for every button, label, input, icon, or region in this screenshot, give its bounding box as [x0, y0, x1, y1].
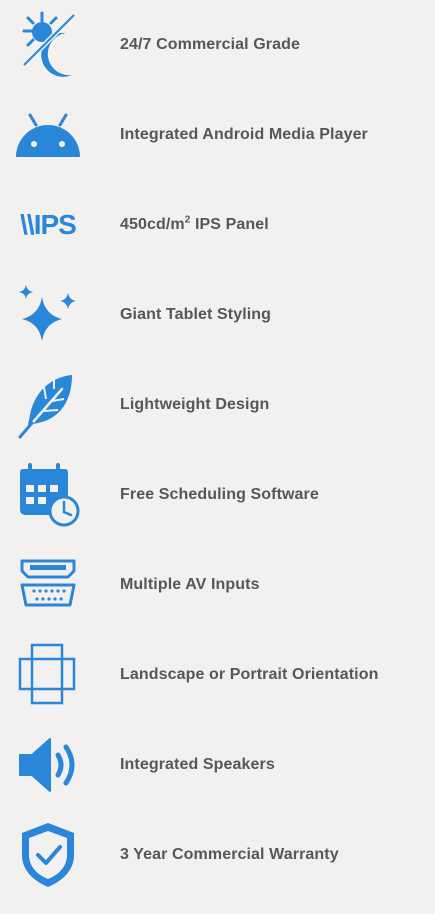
feature-item-android: Integrated Android Media Player [0, 90, 435, 180]
speaker-icon [10, 727, 86, 803]
feature-label: Multiple AV Inputs [120, 576, 260, 593]
ips-icon: \\IPS [10, 187, 86, 263]
feature-item-24-7: 24/7 Commercial Grade [0, 0, 435, 90]
feature-item-warranty: 3 Year Commercial Warranty [0, 810, 435, 900]
feature-label: 3 Year Commercial Warranty [120, 846, 339, 863]
feature-label: Integrated Android Media Player [120, 126, 368, 143]
feature-label: Landscape or Portrait Orientation [120, 666, 379, 683]
feature-label: Free Scheduling Software [120, 486, 319, 503]
feather-icon [10, 367, 86, 443]
feature-label: Lightweight Design [120, 396, 270, 413]
feature-list: 24/7 Commercial Grade Integrated Android… [0, 0, 435, 914]
sun-moon-icon [10, 7, 86, 83]
sparkles-icon [10, 277, 86, 353]
feature-label: 450cd/m2 IPS Panel [120, 214, 269, 233]
feature-item-ips: \\IPS 450cd/m2 IPS Panel [0, 180, 435, 270]
feature-item-orientation: Landscape or Portrait Orientation [0, 630, 435, 720]
feature-item-av-inputs: Multiple AV Inputs [0, 540, 435, 630]
android-icon [10, 97, 86, 173]
feature-item-lightweight: Lightweight Design [0, 360, 435, 450]
feature-label: 24/7 Commercial Grade [120, 36, 300, 53]
feature-item-speakers: Integrated Speakers [0, 720, 435, 810]
feature-label: Integrated Speakers [120, 756, 275, 773]
feature-item-tablet-styling: Giant Tablet Styling [0, 270, 435, 360]
rotate-frames-icon [10, 637, 86, 713]
shield-check-icon [10, 817, 86, 893]
calendar-clock-icon [10, 457, 86, 533]
hdmi-vga-icon [10, 547, 86, 623]
feature-item-scheduling: Free Scheduling Software [0, 450, 435, 540]
feature-label: Giant Tablet Styling [120, 306, 272, 323]
ips-icon-text: \\IPS [20, 209, 77, 240]
